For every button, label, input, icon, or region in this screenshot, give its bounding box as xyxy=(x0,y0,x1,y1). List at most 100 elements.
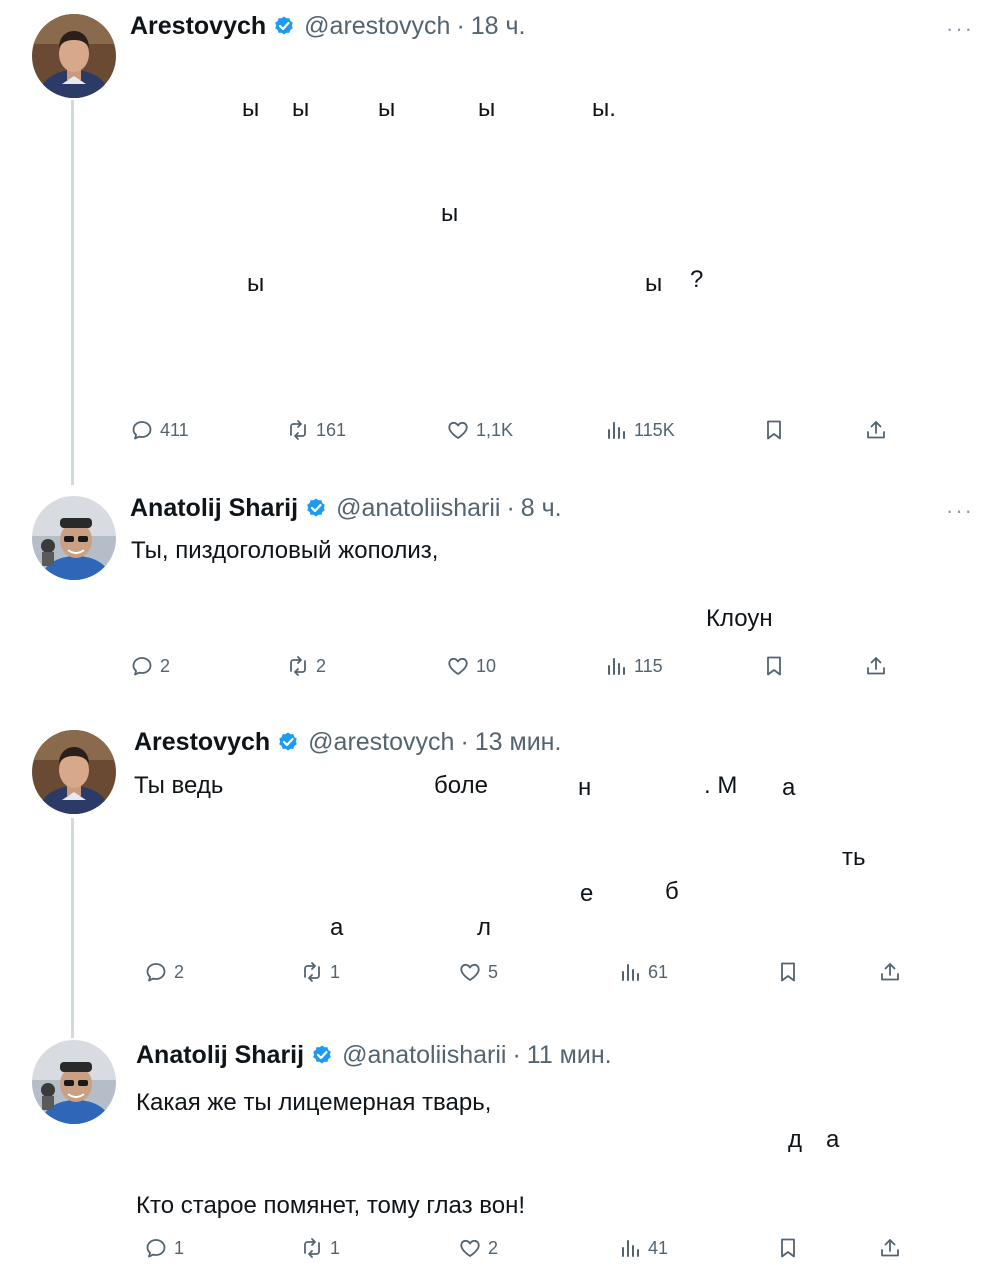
timestamp[interactable]: 13 мин. xyxy=(475,728,562,757)
author-handle[interactable]: @anatoliisharii xyxy=(336,494,500,523)
repost-count: 2 xyxy=(316,655,327,676)
reply-button[interactable]: 2 xyxy=(130,654,170,678)
bookmark-button[interactable] xyxy=(776,960,804,984)
author-handle[interactable]: @arestovych xyxy=(304,12,450,41)
timestamp[interactable]: 11 мин. xyxy=(527,1041,612,1070)
text-fragment: ? xyxy=(690,266,704,293)
reply-button[interactable]: 2 xyxy=(144,960,184,984)
views-button[interactable]: 41 xyxy=(618,1236,668,1260)
repost-button[interactable]: 2 xyxy=(286,654,326,678)
verified-badge-icon xyxy=(272,15,296,39)
like-count: 1,1K xyxy=(476,419,514,440)
thread-line xyxy=(71,818,74,1038)
tweet-header: Arestovych @arestovych · 13 мин. xyxy=(134,728,561,757)
verified-badge-icon xyxy=(310,1044,334,1068)
avatar[interactable] xyxy=(32,496,116,580)
separator-dot: · xyxy=(460,728,469,756)
bookmark-button[interactable] xyxy=(776,1236,804,1260)
views-icon xyxy=(604,654,628,678)
text-fragment: д xyxy=(788,1126,803,1153)
repost-icon xyxy=(286,654,310,678)
text-fragment: л xyxy=(477,914,492,941)
like-icon xyxy=(458,960,482,984)
views-icon xyxy=(618,1236,642,1260)
bookmark-icon xyxy=(776,1236,800,1260)
avatar[interactable] xyxy=(32,730,116,814)
avatar[interactable] xyxy=(32,14,116,98)
like-button[interactable]: 1,1K xyxy=(446,418,513,442)
repost-button[interactable]: 1 xyxy=(300,960,340,984)
text-fragment: а xyxy=(826,1126,840,1153)
text-fragment: ы xyxy=(247,270,265,297)
text-fragment: ы xyxy=(645,270,663,297)
text-fragment: . М xyxy=(704,772,738,799)
verified-badge-icon xyxy=(304,497,328,521)
more-icon[interactable]: ··· xyxy=(946,16,974,42)
views-button[interactable]: 115K xyxy=(604,418,675,442)
text-fragment: б xyxy=(665,878,679,905)
reply-button[interactable]: 411 xyxy=(130,418,189,442)
repost-icon xyxy=(286,418,310,442)
repost-count: 1 xyxy=(330,961,341,982)
like-button[interactable]: 2 xyxy=(458,1236,498,1260)
text-fragment: н xyxy=(578,774,592,801)
author-name[interactable]: Arestovych xyxy=(130,12,266,41)
like-button[interactable]: 10 xyxy=(446,654,496,678)
tweet-text-line: Ты, пиздоголовый жополиз, xyxy=(131,537,439,564)
like-count: 5 xyxy=(488,961,499,982)
separator-dot: · xyxy=(506,494,515,522)
repost-count: 161 xyxy=(316,419,347,440)
tweet-text-line: Кто старое помянет, тому глаз вон! xyxy=(136,1192,526,1219)
text-fragment: ть xyxy=(842,844,866,871)
tweet-text-line: Клоун xyxy=(706,605,773,632)
bookmark-button[interactable] xyxy=(762,418,790,442)
text-fragment: ы xyxy=(378,95,396,122)
timestamp[interactable]: 18 ч. xyxy=(471,12,526,41)
bookmark-icon xyxy=(762,418,786,442)
reply-button[interactable]: 1 xyxy=(144,1236,184,1260)
repost-count: 1 xyxy=(330,1237,341,1258)
reply-count: 411 xyxy=(160,419,189,440)
reply-icon xyxy=(144,1236,168,1260)
text-fragment: ы xyxy=(242,95,260,122)
views-count: 61 xyxy=(648,961,669,982)
views-button[interactable]: 115 xyxy=(604,654,663,678)
views-count: 41 xyxy=(648,1237,669,1258)
bookmark-button[interactable] xyxy=(762,654,790,678)
author-name[interactable]: Anatolij Sharij xyxy=(136,1041,304,1070)
text-fragment: а xyxy=(782,774,796,801)
tweet-header: Arestovych @arestovych · 18 ч. xyxy=(130,12,526,41)
author-name[interactable]: Arestovych xyxy=(134,728,270,757)
separator-dot: · xyxy=(456,12,465,40)
views-count: 115K xyxy=(634,419,675,440)
like-button[interactable]: 5 xyxy=(458,960,498,984)
author-name[interactable]: Anatolij Sharij xyxy=(130,494,298,523)
share-button[interactable] xyxy=(864,418,892,442)
text-fragment: ы. xyxy=(592,95,616,122)
reply-icon xyxy=(144,960,168,984)
author-handle[interactable]: @anatoliisharii xyxy=(342,1041,506,1070)
bookmark-icon xyxy=(776,960,800,984)
avatar[interactable] xyxy=(32,1040,116,1124)
author-handle[interactable]: @arestovych xyxy=(308,728,454,757)
bookmark-icon xyxy=(762,654,786,678)
more-icon[interactable]: ··· xyxy=(946,498,974,524)
reply-count: 2 xyxy=(160,655,171,676)
action-bar: 1 1 2 41 xyxy=(144,1236,924,1266)
action-bar: 2 2 10 115 xyxy=(130,654,910,684)
reply-count: 1 xyxy=(174,1237,185,1258)
text-fragment: ы xyxy=(478,95,496,122)
views-button[interactable]: 61 xyxy=(618,960,668,984)
separator-dot: · xyxy=(512,1041,521,1069)
text-fragment: ы xyxy=(292,95,310,122)
tweet-header: Anatolij Sharij @anatoliisharii · 11 мин… xyxy=(136,1041,612,1070)
timestamp[interactable]: 8 ч. xyxy=(521,494,562,523)
share-button[interactable] xyxy=(878,960,906,984)
verified-badge-icon xyxy=(276,731,300,755)
share-button[interactable] xyxy=(878,1236,906,1260)
share-button[interactable] xyxy=(864,654,892,678)
repost-button[interactable]: 161 xyxy=(286,418,346,442)
views-count: 115 xyxy=(634,655,663,676)
repost-button[interactable]: 1 xyxy=(300,1236,340,1260)
views-icon xyxy=(618,960,642,984)
